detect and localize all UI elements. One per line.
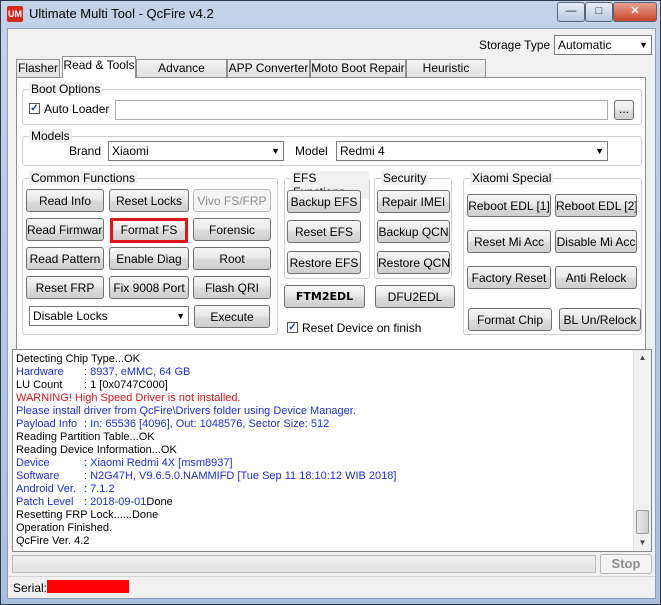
common-functions-title: Common Functions <box>29 171 138 185</box>
models-title: Models <box>29 129 72 143</box>
stop-button[interactable]: Stop <box>600 554 652 574</box>
model-select[interactable]: Redmi 4 ▼ <box>336 141 608 161</box>
locks-select[interactable]: Disable Locks ▼ <box>29 306 189 326</box>
flash-qri-button[interactable]: Flash QRI <box>193 276 271 299</box>
app-logo-icon: UM <box>7 6 23 22</box>
log-line: Device: Xiaomi Redmi 4X [msm8937] <box>16 457 233 469</box>
storage-type-select[interactable]: Automatic ▼ <box>554 35 652 55</box>
minimize-button[interactable]: — <box>557 2 585 22</box>
repair-imei-button[interactable]: Repair IMEI <box>377 190 450 213</box>
reset-mi-acc-button[interactable]: Reset Mi Acc <box>467 230 551 253</box>
tab-app-converter[interactable]: APP Converter <box>227 59 310 78</box>
tab-advance-flasher[interactable]: Advance Flasher <box>136 59 227 92</box>
reset-locks-button[interactable]: Reset Locks <box>109 189 189 212</box>
disable-mi-acc-button[interactable]: Disable Mi Acc <box>555 230 637 253</box>
xiaomi-special-title: Xiaomi Special <box>470 171 554 185</box>
log-line: Detecting Chip Type...OK <box>16 353 140 365</box>
security-title: Security <box>381 171 429 185</box>
format-chip-button[interactable]: Format Chip <box>468 308 552 331</box>
restore-qcn-button[interactable]: Restore QCN <box>377 251 450 274</box>
chevron-down-icon: ▼ <box>639 40 648 50</box>
log-line: Android Ver.: 7.1.2 <box>16 483 115 495</box>
root-button[interactable]: Root <box>193 247 271 270</box>
scroll-up-icon[interactable]: ▲ <box>635 350 650 366</box>
boot-options-title: Boot Options <box>29 82 103 96</box>
browse-loader-button[interactable]: ... <box>614 100 634 120</box>
format-fs-button[interactable]: Format FS <box>110 218 188 243</box>
log-line: Operation Finished. <box>16 522 112 534</box>
status-bar: Serial: <box>8 576 655 599</box>
serial-label: Serial: <box>13 581 48 595</box>
anti-relock-button[interactable]: Anti Relock <box>555 266 637 289</box>
backup-efs-button[interactable]: Backup EFS <box>287 190 361 213</box>
auto-loader-label: Auto Loader <box>44 102 110 116</box>
log-line: QcFire Ver. 4.2 <box>16 535 90 547</box>
model-value: Redmi 4 <box>340 144 385 158</box>
brand-label: Brand <box>69 144 102 158</box>
window-title: Ultimate Multi Tool - QcFire v4.2 <box>29 6 214 21</box>
brand-select[interactable]: Xiaomi ▼ <box>108 141 284 161</box>
backup-qcn-button[interactable]: Backup QCN <box>377 220 450 243</box>
forensic-button[interactable]: Forensic <box>193 218 271 241</box>
log-line: Patch Level: 2018-09-01Done <box>16 496 173 508</box>
reset-on-finish-checkbox[interactable]: ✓ <box>287 322 298 333</box>
dfu2edl-button[interactable]: DFU2EDL <box>375 285 455 308</box>
app-window: UM Ultimate Multi Tool - QcFire v4.2 — □… <box>0 0 661 605</box>
progress-bar <box>12 555 596 573</box>
enable-diag-button[interactable]: Enable Diag <box>109 247 189 270</box>
read-pattern-button[interactable]: Read Pattern <box>26 247 104 270</box>
reset-frp-button[interactable]: Reset FRP <box>26 276 104 299</box>
brand-value: Xiaomi <box>112 144 149 158</box>
log-line: Resetting FRP Lock......Done <box>16 509 159 521</box>
scroll-down-icon[interactable]: ▼ <box>635 535 650 551</box>
maximize-button[interactable]: □ <box>585 2 613 22</box>
reset-on-finish-label: Reset Device on finish <box>302 321 422 335</box>
chevron-down-icon: ▼ <box>176 311 185 321</box>
reboot-edl-2-button[interactable]: Reboot EDL [2] <box>555 194 637 217</box>
log-line: Hardware: 8937, eMMC, 64 GB <box>16 366 191 378</box>
log-line: Please install driver from QcFire\Driver… <box>16 405 356 417</box>
log-output[interactable]: Detecting Chip Type...OK Hardware: 8937,… <box>12 349 652 552</box>
reset-efs-button[interactable]: Reset EFS <box>287 220 361 243</box>
restore-efs-button[interactable]: Restore EFS <box>287 251 361 274</box>
loader-path-input[interactable] <box>115 100 608 120</box>
tab-heuristic-mode[interactable]: Heuristic Mode <box>406 59 486 92</box>
scroll-thumb[interactable] <box>636 510 649 534</box>
bl-unrelock-button[interactable]: BL Un/Relock <box>559 308 641 331</box>
storage-type-value: Automatic <box>558 38 612 52</box>
auto-loader-checkbox[interactable]: ✓ <box>29 103 40 114</box>
main-panel: Storage Type Automatic ▼ Flasher Read & … <box>7 28 656 599</box>
log-line: LU Count: 1 [0x0747C000] <box>16 379 168 391</box>
model-label: Model <box>295 144 328 158</box>
log-scrollbar[interactable]: ▲ ▼ <box>633 350 651 551</box>
log-line: Reading Partition Table...OK <box>16 431 155 443</box>
tab-read-tools[interactable]: Read & Tools <box>62 56 136 78</box>
locks-select-value: Disable Locks <box>33 309 108 323</box>
log-line: Payload Info: In: 65536 [4096], Out: 104… <box>16 418 330 430</box>
read-firmware-button[interactable]: Read Firmware <box>26 218 104 241</box>
log-line: Software: N2G47H, V9.6.5.0.NAMMIFD [Tue … <box>16 470 397 482</box>
chevron-down-icon: ▼ <box>595 146 604 156</box>
chevron-down-icon: ▼ <box>271 146 280 156</box>
title-bar[interactable]: UM Ultimate Multi Tool - QcFire v4.2 — □… <box>1 1 660 27</box>
tab-moto-boot-repair[interactable]: Moto Boot Repair <box>310 59 406 78</box>
vivo-fs-frp-button[interactable]: Vivo FS/FRP <box>193 189 271 212</box>
log-line: Reading Device Information...OK <box>16 444 177 456</box>
tab-flasher[interactable]: Flasher <box>16 59 60 78</box>
close-button[interactable]: ✕ <box>613 2 657 22</box>
fix-9008-port-button[interactable]: Fix 9008 Port <box>109 276 189 299</box>
factory-reset-button[interactable]: Factory Reset <box>467 266 551 289</box>
ftm2edl-button[interactable]: FTM2EDL <box>284 285 365 308</box>
reboot-edl-1-button[interactable]: Reboot EDL [1] <box>467 194 551 217</box>
read-info-button[interactable]: Read Info <box>26 189 104 212</box>
log-line: WARNING! High Speed Driver is not instal… <box>16 392 241 404</box>
execute-button[interactable]: Execute <box>194 305 270 328</box>
serial-redacted-value <box>47 580 129 593</box>
storage-type-label: Storage Type <box>479 38 551 52</box>
